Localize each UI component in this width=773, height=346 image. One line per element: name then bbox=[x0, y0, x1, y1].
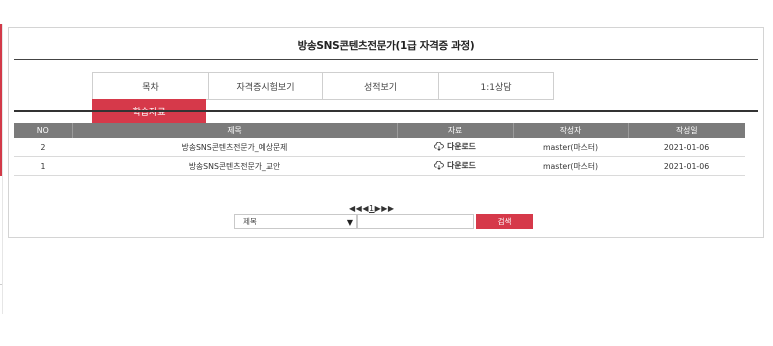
row-date: 2021-01-06 bbox=[628, 138, 745, 157]
row-file: 다운로드 bbox=[397, 156, 513, 176]
chevron-down-icon: ▼ bbox=[346, 218, 353, 227]
tab-grades[interactable]: 성적보기 bbox=[322, 72, 439, 100]
search-field-select[interactable]: 제목 ▼ bbox=[234, 214, 357, 229]
content-divider bbox=[14, 110, 758, 112]
tab-label: 자격증시험보기 bbox=[236, 82, 295, 93]
download-link[interactable]: 다운로드 bbox=[434, 141, 476, 152]
search-input[interactable] bbox=[357, 214, 474, 229]
left-sidebar-edge bbox=[0, 24, 3, 314]
first-page-button[interactable]: ◀◀ bbox=[349, 204, 362, 213]
col-header-date: 작성일 bbox=[628, 123, 745, 138]
select-value: 제목 bbox=[243, 217, 257, 226]
page-title: 방송SNS콘텐츠전문가(1급 자격증 과정) bbox=[297, 40, 475, 52]
row-author: master(마스터) bbox=[513, 156, 628, 176]
row-author: master(마스터) bbox=[513, 138, 628, 157]
download-label: 다운로드 bbox=[447, 161, 476, 170]
row-file: 다운로드 bbox=[397, 138, 513, 157]
content-panel: 방송SNS콘텐츠전문가(1급 자격증 과정) 목차 자격증시험보기 성적보기 1… bbox=[8, 27, 764, 238]
tab-label: 1:1상담 bbox=[480, 82, 512, 93]
row-no: 2 bbox=[14, 138, 72, 157]
sidebar-accent bbox=[0, 24, 2, 176]
cloud-download-icon bbox=[434, 142, 444, 151]
col-header-file: 자료 bbox=[397, 123, 514, 138]
prev-page-button[interactable]: ◀ bbox=[362, 204, 369, 213]
col-header-author: 작성자 bbox=[513, 123, 629, 138]
sidebar-divider bbox=[0, 284, 2, 285]
pagination: ◀◀◀1▶▶▶ bbox=[349, 204, 395, 213]
row-no: 1 bbox=[14, 156, 72, 176]
table-row: 2 방송SNS콘텐츠전문가_예상문제 다운로드 master(마스터) 2021… bbox=[14, 138, 745, 157]
title-divider bbox=[14, 59, 758, 60]
col-header-no: NO bbox=[14, 123, 73, 138]
col-header-title: 제목 bbox=[72, 123, 398, 138]
table-row: 1 방송SNS콘텐츠전문가_교안 다운로드 master(마스터) 2021-0… bbox=[14, 156, 745, 176]
download-link[interactable]: 다운로드 bbox=[434, 160, 476, 171]
tab-label: 성적보기 bbox=[363, 82, 398, 93]
tab-label: 목차 bbox=[142, 82, 159, 93]
last-page-button[interactable]: ▶▶ bbox=[381, 204, 394, 213]
row-title-link[interactable]: 방송SNS콘텐츠전문가_교안 bbox=[72, 156, 397, 176]
tab-consult[interactable]: 1:1상담 bbox=[438, 72, 554, 100]
cloud-download-icon bbox=[434, 161, 444, 170]
tab-contents[interactable]: 목차 bbox=[92, 72, 209, 100]
table-header-row: NO 제목 자료 작성자 작성일 bbox=[14, 123, 745, 138]
tab-exam[interactable]: 자격증시험보기 bbox=[208, 72, 323, 100]
materials-table: NO 제목 자료 작성자 작성일 2 방송SNS콘텐츠전문가_예상문제 다운로드… bbox=[14, 123, 745, 176]
search-button[interactable]: 검색 bbox=[476, 214, 533, 229]
download-label: 다운로드 bbox=[447, 142, 476, 151]
row-title-link[interactable]: 방송SNS콘텐츠전문가_예상문제 bbox=[72, 138, 397, 157]
row-date: 2021-01-06 bbox=[628, 156, 745, 176]
